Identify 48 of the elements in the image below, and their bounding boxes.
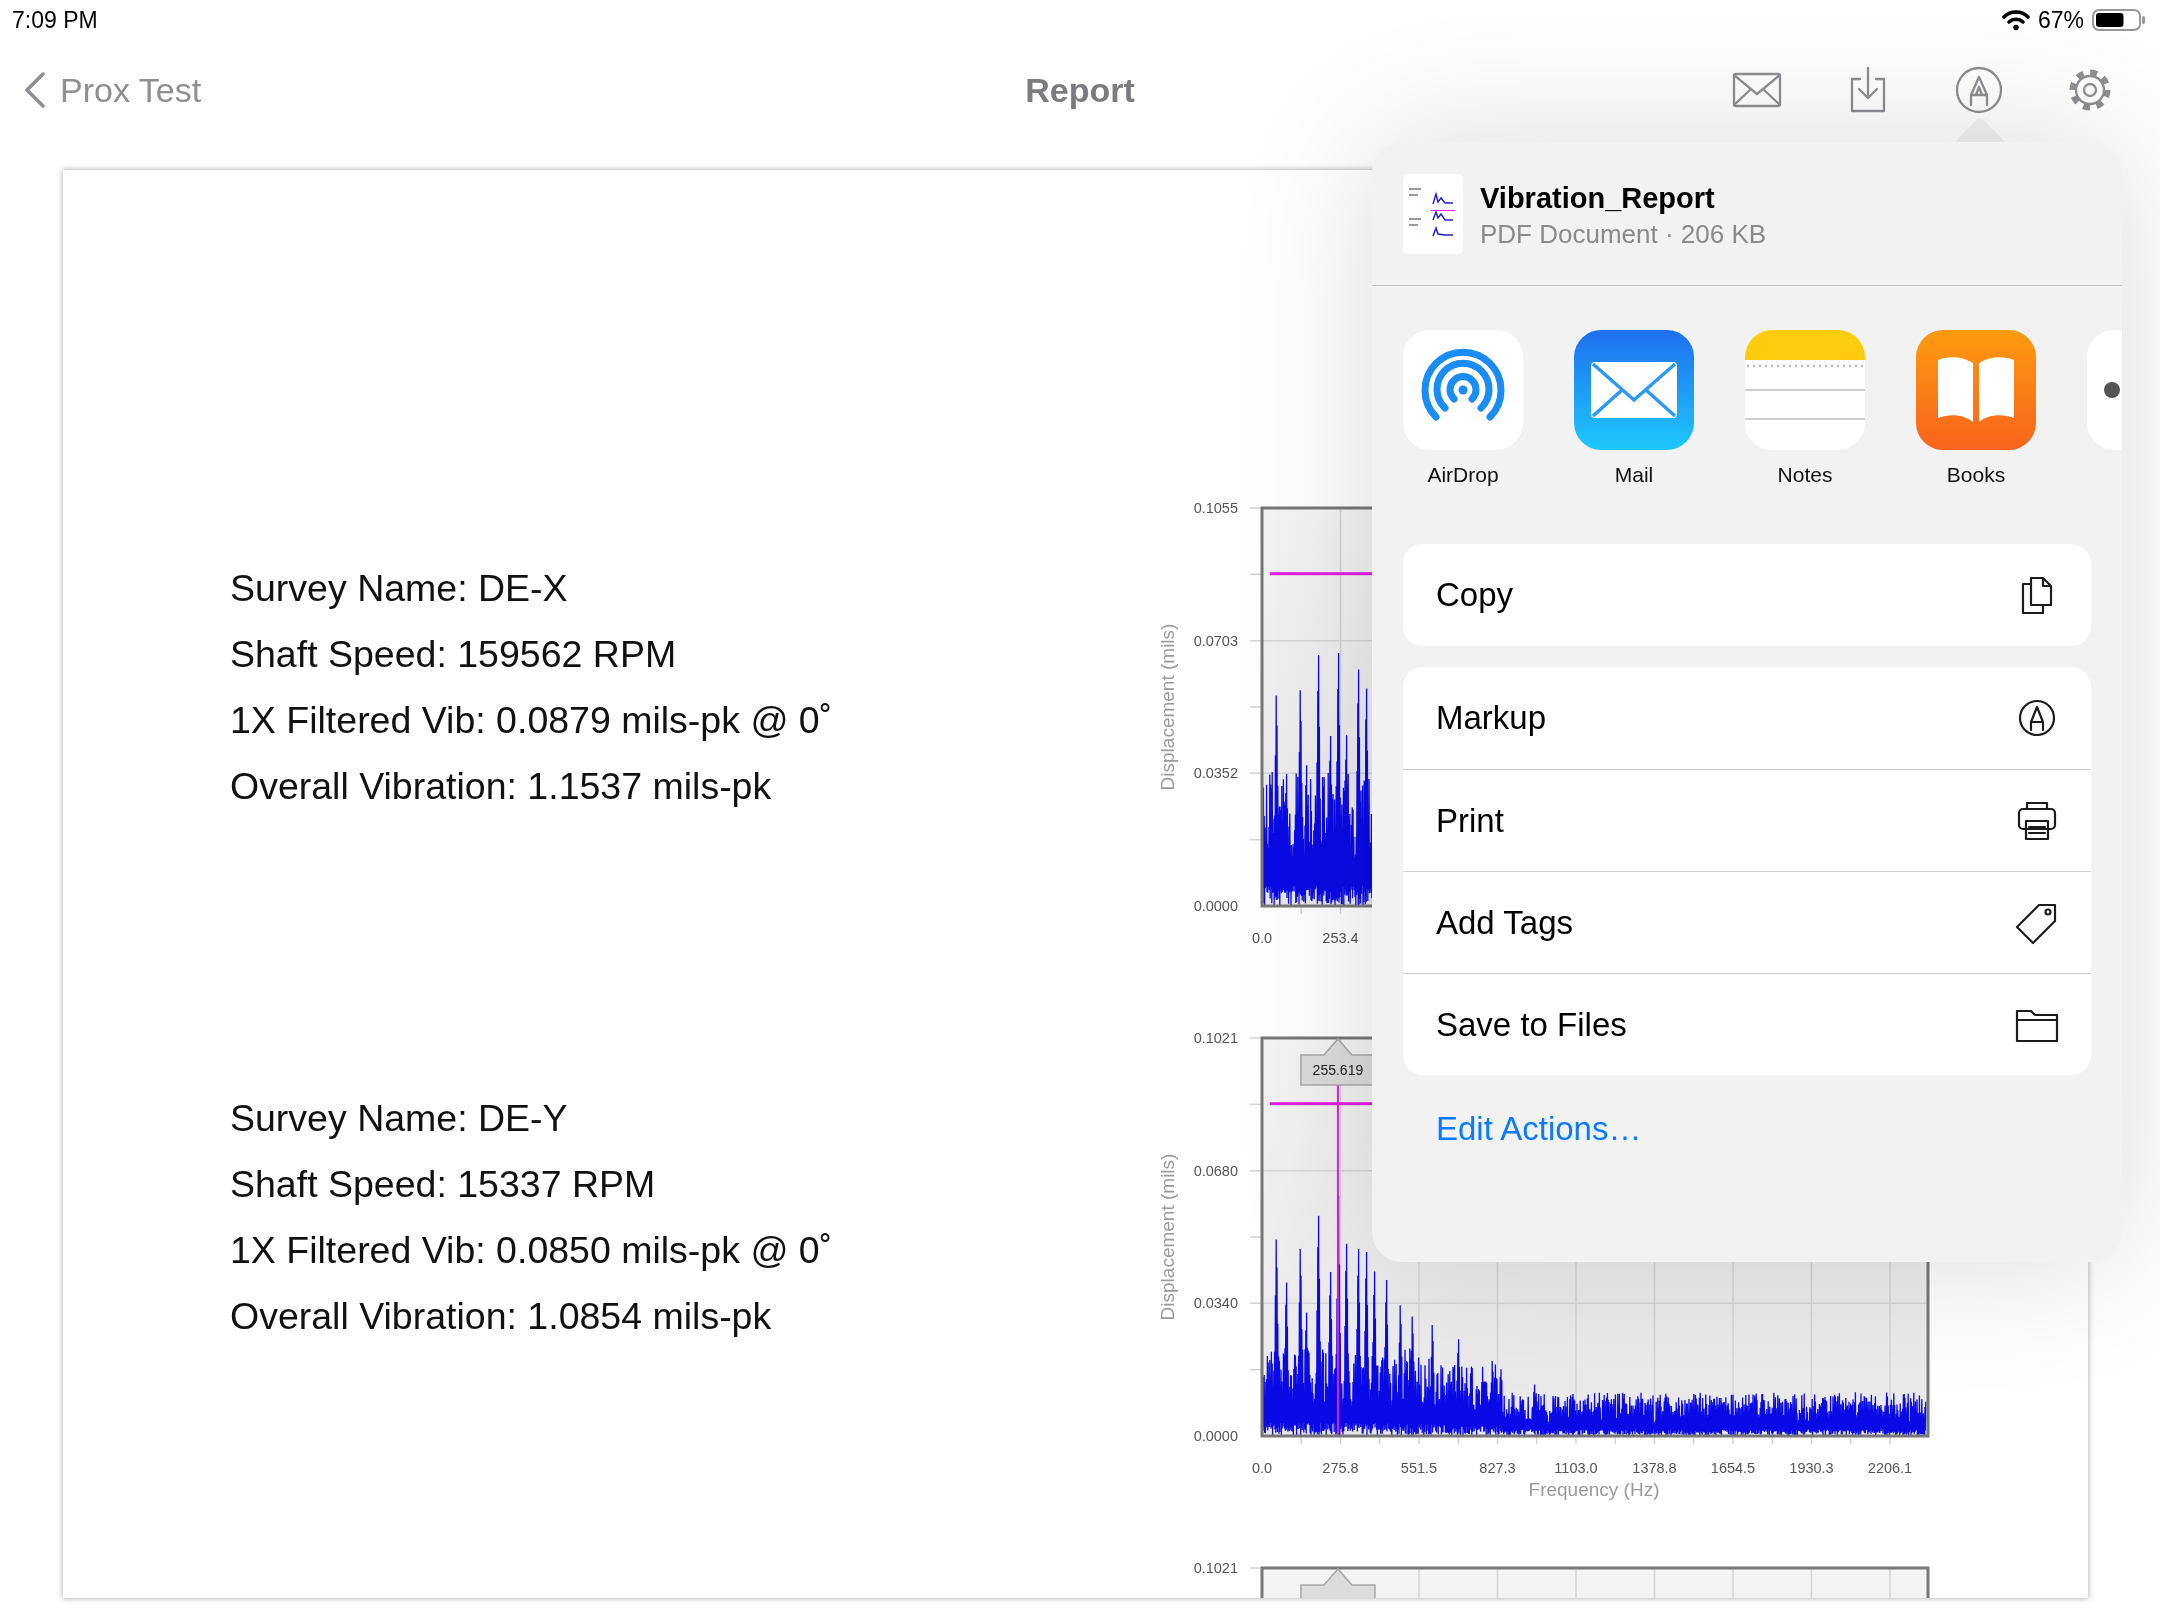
survey-line: Survey Name: DE-X (230, 566, 569, 611)
axis-tick-label: 0.1021 (1193, 1030, 1238, 1046)
axis-tick-label: 275.8 (1322, 1460, 1359, 1476)
axis-tick-label: 0.0000 (1193, 1428, 1238, 1444)
nav-title: Report (1025, 69, 1135, 111)
axis-tick-label: 0.0340 (1193, 1295, 1238, 1312)
survey-line: Shaft Speed: 15337 RPM (230, 1162, 657, 1207)
app-label: AirDrop (1427, 462, 1499, 488)
axis-tick-label: 0.0703 (1193, 632, 1238, 649)
axis-tick-label: 551.5 (1400, 1460, 1438, 1476)
battery-icon (2092, 8, 2148, 32)
axis-tick-label: 1930.3 (1789, 1460, 1834, 1476)
markup-icon[interactable] (1954, 65, 2004, 115)
file-name: Vibration_Report (1480, 181, 1716, 216)
axis-tick-label: 1654.5 (1710, 1460, 1756, 1476)
axis-tick-label: 2206.1 (1867, 1460, 1913, 1476)
status-time: 7:09 PM (12, 5, 98, 35)
axis-tick-label: 0.1021 (1193, 1560, 1238, 1576)
axis-tick-label: 0.0352 (1193, 765, 1238, 782)
survey-line: 1X Filtered Vib: 0.0879 mils-pk @ 0˚ (230, 698, 834, 743)
book-icon[interactable] (1916, 330, 2036, 450)
survey-line: 1X Filtered Vib: 0.0850 mils-pk @ 0˚ (230, 1228, 834, 1273)
edit-actions-link[interactable]: Edit Actions… (1436, 1104, 1642, 1154)
survey-line: Overall Vibration: 1.1537 mils-pk (230, 764, 773, 809)
axis-tick-label: 0.0 (1251, 930, 1273, 946)
axis-title: Displacement (mils) (1157, 623, 1178, 791)
axis-tick-label: 1378.8 (1632, 1460, 1677, 1476)
survey-line: Survey Name: DE-Y (230, 1096, 569, 1141)
axis-tick-label: 1103.0 (1554, 1460, 1598, 1476)
axis-tick-label: 0.0680 (1193, 1162, 1238, 1179)
mail-icon[interactable] (1574, 330, 1694, 450)
survey-line: Shaft Speed: 159562 RPM (230, 632, 678, 677)
battery-percent: 67% (2037, 5, 2084, 35)
file-info: PDF Document · 206 KB (1480, 218, 1767, 251)
back-chevron-icon (24, 72, 46, 108)
axis-tick-label: 0.1055 (1193, 500, 1238, 516)
app-label: Notes (1777, 462, 1833, 488)
survey-line: Overall Vibration: 1.0854 mils-pk (230, 1294, 773, 1339)
app-label: Books (1946, 462, 2006, 488)
axis-tick-label: 253.4 (1322, 930, 1359, 946)
axis-title: Frequency (Hz) (1528, 1479, 1660, 1500)
axis-tick-label: 827.3 (1479, 1460, 1516, 1476)
airdrop-icon[interactable] (1403, 330, 1523, 450)
wifi-icon (2001, 9, 2030, 31)
axis-tick-label: 0.0 (1251, 1460, 1273, 1476)
axis-tick-label: 0.0000 (1193, 898, 1238, 914)
axis-title: Displacement (mils) (1157, 1153, 1178, 1321)
app-label: Mail (1614, 462, 1654, 488)
